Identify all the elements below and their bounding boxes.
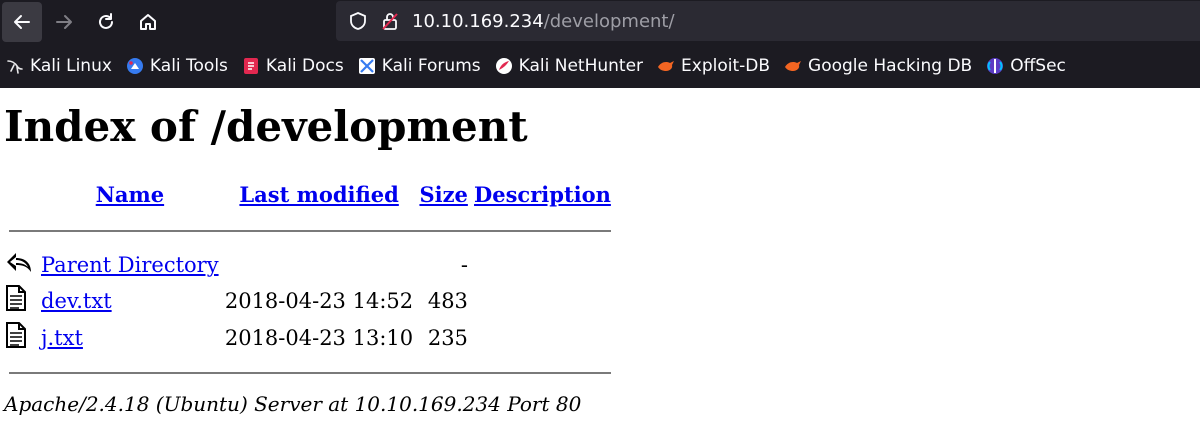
bookmark-exploit-db[interactable]: Exploit-DB [657, 56, 770, 76]
parent-directory-link[interactable]: Parent Directory [41, 253, 219, 277]
page-content: Index of /development Name Last modified… [0, 102, 1200, 416]
reload-icon [99, 13, 113, 29]
back-button[interactable] [2, 2, 42, 42]
row-description-cell [471, 319, 614, 356]
row-icon-cell [2, 248, 38, 282]
kali-docs-icon [243, 58, 258, 74]
url-text[interactable]: 10.10.169.234/development/ [412, 11, 675, 32]
server-signature: Apache/2.4.18 (Ubuntu) Server at 10.10.1… [4, 392, 582, 417]
bookmark-google-hacking-db[interactable]: Google Hacking DB [784, 56, 972, 76]
row-size-cell: 483 [427, 288, 468, 313]
divider-row [2, 356, 614, 390]
divider [9, 372, 611, 375]
table-row: Parent Directory - [2, 248, 614, 282]
kali-tools-icon [126, 58, 143, 74]
bookmark-label: Kali NetHunter [518, 56, 644, 76]
row-modified-cell: 2018-04-23 14:52 [224, 288, 414, 313]
table-row: j.txt 2018-04-23 13:10 235 [2, 319, 614, 356]
row-description-cell [471, 248, 614, 282]
kali-dragon-icon [7, 60, 23, 74]
row-icon-cell [2, 319, 38, 356]
table-header-row: Name Last modified Size Description [2, 174, 614, 214]
row-name-cell: dev.txt [38, 282, 222, 319]
header-size: Size [416, 174, 471, 214]
url-path: /development/ [543, 10, 675, 32]
header-description: Description [471, 174, 614, 214]
navigation-toolbar: 10.10.169.234/development/ [0, 0, 1200, 44]
browser-chrome: 10.10.169.234/development/ Kali Linux Ka… [0, 0, 1200, 88]
sort-by-size-link[interactable]: Size [419, 182, 467, 207]
bookmark-label: Kali Tools [149, 56, 228, 76]
kali-nethunter-icon [495, 58, 512, 74]
row-modified-cell [222, 248, 417, 282]
directory-listing-table: Name Last modified Size Description Pare… [2, 174, 614, 390]
bookmark-label: Exploit-DB [681, 56, 771, 76]
divider-row [2, 214, 614, 248]
bookmarks-toolbar: Kali Linux Kali Tools Kali Docs Kali For… [0, 44, 1200, 88]
insecure-lock-icon[interactable] [380, 11, 400, 31]
home-icon [140, 14, 156, 30]
bookmark-label: Google Hacking DB [808, 56, 973, 76]
header-icon-spacer [2, 174, 38, 214]
exploit-db-icon [658, 61, 675, 71]
url-host: 10.10.169.234 [412, 10, 544, 32]
offsec-icon [987, 58, 1004, 74]
row-size-cell: 235 [427, 325, 468, 350]
reload-button[interactable] [86, 2, 126, 42]
header-name: Name [38, 174, 222, 214]
row-name-cell: j.txt [38, 319, 222, 356]
bookmark-label: OffSec [1010, 56, 1066, 76]
text-file-icon [6, 322, 26, 349]
bookmark-label: Kali Forums [381, 56, 481, 76]
row-modified-cell: 2018-04-23 13:10 [224, 325, 414, 350]
header-last-modified: Last modified [222, 174, 417, 214]
bookmark-kali-nethunter[interactable]: Kali NetHunter [495, 56, 643, 76]
home-button[interactable] [128, 2, 168, 42]
dev-txt-link[interactable]: dev.txt [41, 289, 112, 313]
j-txt-link[interactable]: j.txt [41, 326, 83, 350]
page-title: Index of /development [4, 102, 528, 151]
bookmark-kali-forums[interactable]: Kali Forums [358, 56, 481, 76]
forward-arrow-icon [56, 15, 72, 29]
row-description-cell [471, 282, 614, 319]
divider [9, 230, 611, 233]
row-icon-cell [2, 282, 38, 319]
bookmark-offsec[interactable]: OffSec [986, 56, 1066, 76]
table-row: dev.txt 2018-04-23 14:52 483 [2, 282, 614, 319]
bookmark-label: Kali Docs [265, 56, 344, 76]
row-name-cell: Parent Directory [38, 248, 222, 282]
text-file-icon [6, 285, 26, 312]
back-arrow-icon [14, 15, 30, 29]
sort-by-name-link[interactable]: Name [96, 182, 164, 207]
sort-by-last-modified-link[interactable]: Last modified [239, 182, 398, 207]
forward-button[interactable] [44, 2, 84, 42]
sort-by-description-link[interactable]: Description [474, 182, 611, 207]
ghdb-icon [785, 61, 802, 71]
bookmark-kali-tools[interactable]: Kali Tools [126, 56, 228, 76]
url-bar[interactable]: 10.10.169.234/development/ [336, 1, 1200, 41]
shield-icon[interactable] [348, 11, 368, 31]
kali-forums-icon [358, 58, 375, 74]
bookmark-kali-linux[interactable]: Kali Linux [6, 56, 112, 76]
row-size-cell: - [460, 253, 468, 278]
bookmark-label: Kali Linux [30, 56, 112, 76]
bookmark-kali-docs[interactable]: Kali Docs [242, 56, 344, 76]
back-arrow-icon [7, 252, 31, 272]
